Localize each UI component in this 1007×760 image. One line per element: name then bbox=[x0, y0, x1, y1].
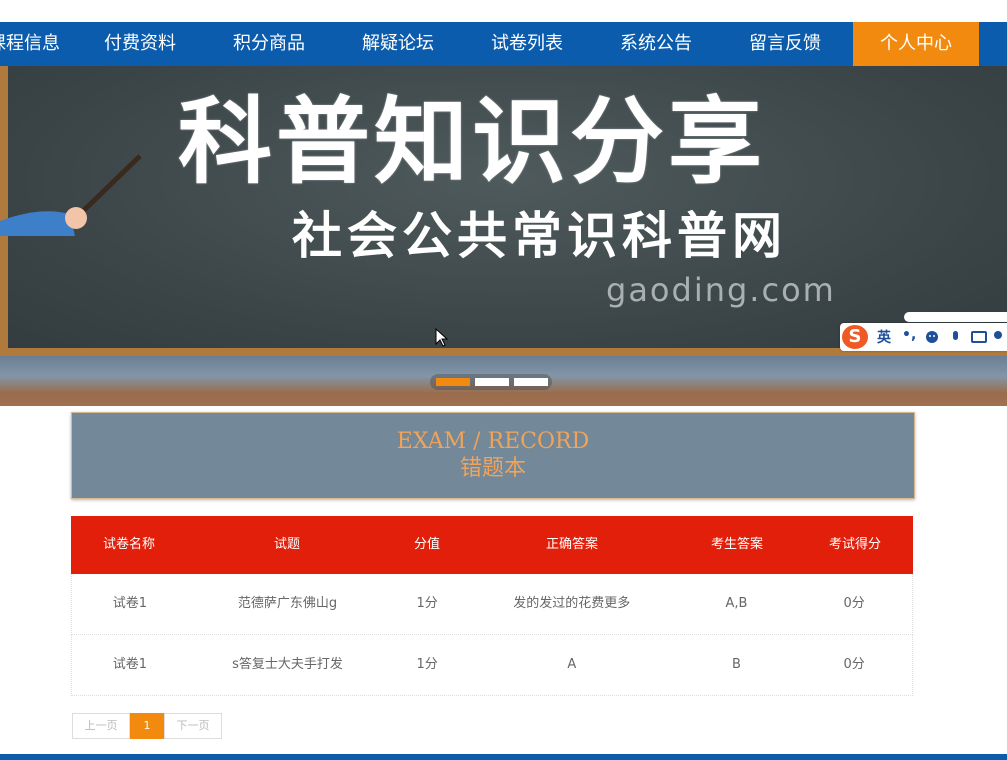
page-number-button[interactable]: 1 bbox=[130, 713, 164, 739]
cell-score-value: 1分 bbox=[416, 657, 438, 672]
column-header-correct-answer: 正确答案 bbox=[545, 537, 598, 552]
cell-exam-score: 0分 bbox=[843, 596, 865, 611]
section-title-panel: EXAM / RECORD 错题本 bbox=[71, 412, 915, 499]
banner-subline: 社会公共常识科普网 bbox=[292, 207, 787, 265]
ime-toolbar[interactable]: S 英 •, bbox=[840, 323, 1007, 351]
cell-student-answer: A,B bbox=[725, 596, 748, 611]
footer-bar bbox=[0, 754, 1007, 760]
ime-bar-top bbox=[904, 312, 1007, 322]
nav-item-personal-center[interactable]: 个人中心 bbox=[853, 22, 979, 66]
ime-tool-icons[interactable] bbox=[924, 329, 1004, 345]
cell-question: s答复士大夫手打发 bbox=[232, 657, 343, 672]
column-header-question: 试题 bbox=[273, 537, 300, 552]
carousel-dot-2[interactable] bbox=[475, 378, 509, 386]
nav-item-exam-list[interactable]: 试卷列表 bbox=[477, 22, 577, 66]
ime-punctuation-toggle[interactable]: •, bbox=[902, 327, 916, 343]
wrong-questions-table: 试卷名称 试题 分值 正确答案 考生答案 考试得分 试卷1 范德萨广东佛山g 1… bbox=[71, 516, 913, 696]
column-header-exam-name: 试卷名称 bbox=[102, 537, 155, 552]
nav-item-announcements[interactable]: 系统公告 bbox=[606, 22, 706, 66]
table-row: 试卷1 s答复士大夫手打发 1分 A B 0分 bbox=[71, 635, 913, 696]
top-navigation: 课程信息 付费资料 积分商品 解疑论坛 试卷列表 系统公告 留言反馈 个人中心 bbox=[0, 22, 1007, 66]
banner-watermark: gaoding.com bbox=[606, 271, 836, 309]
cell-score-value: 1分 bbox=[416, 596, 438, 611]
banner-headline: 科普知识分享 bbox=[178, 88, 767, 197]
cell-correct-answer: 发的发过的花费更多 bbox=[513, 596, 631, 611]
mouse-cursor-icon bbox=[435, 328, 449, 347]
cell-question: 范德萨广东佛山g bbox=[237, 596, 338, 611]
table-row: 试卷1 范德萨广东佛山g 1分 发的发过的花费更多 A,B 0分 bbox=[71, 574, 913, 635]
prev-page-button[interactable]: 上一页 bbox=[72, 713, 130, 739]
nav-item-paid-materials[interactable]: 付费资料 bbox=[90, 22, 190, 66]
chalkboard: 科普知识分享 社会公共常识科普网 gaoding.com bbox=[8, 66, 1007, 348]
table-header: 试卷名称 试题 分值 正确答案 考生答案 考试得分 bbox=[71, 516, 913, 574]
ime-language-toggle[interactable]: 英 bbox=[877, 327, 891, 347]
nav-item-feedback[interactable]: 留言反馈 bbox=[735, 22, 835, 66]
pagination: 上一页 1 下一页 bbox=[72, 713, 222, 739]
cell-student-answer: B bbox=[731, 657, 741, 672]
section-title-cn: 错题本 bbox=[459, 456, 526, 481]
cell-exam-score: 0分 bbox=[843, 657, 865, 672]
section-title-en: EXAM / RECORD bbox=[396, 429, 590, 454]
next-page-button[interactable]: 下一页 bbox=[164, 713, 222, 739]
carousel-dot-3[interactable] bbox=[514, 378, 548, 386]
nav-item-course-info[interactable]: 课程信息 bbox=[0, 22, 60, 66]
carousel-indicators bbox=[430, 374, 552, 390]
cell-exam-name: 试卷1 bbox=[112, 596, 147, 611]
teacher-illustration-icon bbox=[0, 154, 142, 236]
column-header-score-value: 分值 bbox=[413, 537, 440, 552]
banner-carousel[interactable]: 科普知识分享 社会公共常识科普网 gaoding.com S 英 •, bbox=[0, 66, 1007, 406]
nav-item-forum[interactable]: 解疑论坛 bbox=[348, 22, 448, 66]
sogou-logo-icon[interactable]: S bbox=[842, 325, 868, 349]
column-header-exam-score: 考试得分 bbox=[828, 537, 881, 552]
column-header-student-answer: 考生答案 bbox=[710, 537, 763, 552]
carousel-dot-1[interactable] bbox=[436, 378, 470, 386]
nav-item-points-goods[interactable]: 积分商品 bbox=[219, 22, 319, 66]
cell-exam-name: 试卷1 bbox=[112, 657, 147, 672]
cell-correct-answer: A bbox=[567, 657, 577, 672]
